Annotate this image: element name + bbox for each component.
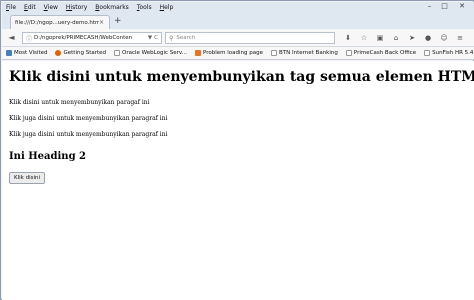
menu-bookmarks[interactable]: Bookmarks	[91, 3, 133, 13]
reload-icon[interactable]: C	[154, 35, 158, 41]
page-content: Klik disini untuk menyembunyikan tag sem…	[2, 61, 474, 300]
bookmark-most-visited[interactable]: Most Visited	[6, 50, 47, 56]
klik-disini-button[interactable]: Klik disini	[9, 172, 46, 184]
page-heading-2[interactable]: Ini Heading 2	[9, 151, 86, 162]
url-text[interactable]: D:/ngoprek/PRIMECASH/WebConten	[34, 35, 146, 41]
maximize-button[interactable]: □	[437, 2, 452, 12]
paragraph-3[interactable]: Klik juga disini untuk menyembunyikan pa…	[9, 131, 167, 138]
new-tab-icon[interactable]: +	[114, 16, 122, 26]
tab-strip: file:///D:/ngop...uery-demo.html × +	[2, 13, 474, 29]
warning-icon	[194, 50, 201, 56]
bookmark-oracle-weblogic[interactable]: Oracle WebLogic Serv...	[114, 50, 187, 56]
bookmark-getting-started[interactable]: Getting Started	[55, 50, 106, 56]
back-icon[interactable]: ◄	[6, 32, 17, 43]
bookmark-sunfish[interactable]: SunFish HR 5.4	[424, 50, 473, 56]
menu-edit[interactable]: Edit	[20, 3, 40, 13]
tab-title: file:///D:/ngop...uery-demo.html	[15, 19, 99, 26]
clipboard-icon[interactable]: ▣	[372, 32, 388, 44]
browser-window: File Edit View History Bookmarks Tools H…	[0, 0, 474, 300]
close-window-button[interactable]: ✕	[452, 2, 472, 12]
download-icon[interactable]: ⬇	[340, 32, 356, 44]
menu-bar: File Edit View History Bookmarks Tools H…	[2, 2, 474, 13]
page-heading-1[interactable]: Klik disini untuk menyembunyikan tag sem…	[9, 69, 474, 85]
tab-close-icon[interactable]: ×	[99, 19, 105, 26]
page-icon	[114, 50, 121, 56]
bookmark-primecash[interactable]: PrimeCash Back Office	[345, 50, 416, 56]
paragraph-2[interactable]: Klik juga disini untuk menyembunyikan pa…	[9, 115, 167, 122]
menu-help[interactable]: Help	[156, 3, 178, 13]
menu-view[interactable]: View	[40, 3, 62, 13]
minimize-button[interactable]: –	[422, 2, 437, 12]
window-controls: – □ ✕	[422, 2, 472, 12]
menu-tools[interactable]: Tools	[133, 3, 156, 13]
menu-icon[interactable]: ≡	[452, 32, 468, 44]
home-icon[interactable]: ⌂	[388, 32, 404, 44]
firefox-icon	[55, 50, 62, 56]
url-bar[interactable]: ⓘ D:/ngoprek/PRIMECASH/WebConten ▼ C	[22, 32, 162, 44]
search-icon: ⚲	[169, 34, 174, 42]
search-placeholder: Search	[176, 35, 196, 41]
bookmarks-bar: Most Visited Getting Started Oracle WebL…	[2, 47, 474, 60]
bookmark-star-icon[interactable]: ☆	[356, 32, 372, 44]
page-icon	[424, 50, 431, 56]
tab-jquery-demo[interactable]: file:///D:/ngop...uery-demo.html ×	[10, 15, 110, 29]
menu-history[interactable]: History	[62, 3, 91, 13]
page-icon	[270, 50, 277, 56]
search-input[interactable]: ⚲ Search	[165, 32, 335, 44]
toolbar-icons: ⬇ ☆ ▣ ⌂ ➤ ● ☺ ≡	[340, 32, 468, 44]
bookmark-problem-loading[interactable]: Problem loading page	[194, 50, 263, 56]
paragraph-1[interactable]: Klik disini untuk menyembunyikan paragaf…	[9, 99, 150, 106]
smiley-icon[interactable]: ☺	[436, 32, 452, 44]
url-dropdown-icon[interactable]: ▼	[148, 35, 152, 41]
chat-icon[interactable]: ●	[420, 32, 436, 44]
bookmark-btn-banking[interactable]: BTN Internet Banking	[270, 50, 338, 56]
menu-file[interactable]: File	[2, 3, 20, 13]
site-info-icon[interactable]: ⓘ	[26, 34, 32, 43]
page-icon	[345, 50, 352, 56]
navigation-bar: ◄ ⓘ D:/ngoprek/PRIMECASH/WebConten ▼ C ⚲…	[2, 29, 474, 47]
bookmark-folder-icon	[6, 50, 12, 56]
send-icon[interactable]: ➤	[404, 32, 420, 44]
